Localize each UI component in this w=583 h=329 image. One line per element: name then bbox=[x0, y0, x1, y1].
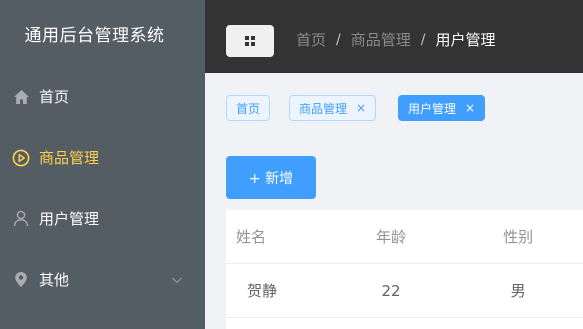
breadcrumb-home[interactable]: 首页 bbox=[296, 29, 326, 50]
sidebar-item-label: 商品管理 bbox=[39, 149, 100, 167]
sidebar-item-label: 首页 bbox=[39, 88, 70, 106]
sidebar-item-users[interactable]: 用户管理 bbox=[0, 188, 205, 249]
breadcrumb-separator: / bbox=[336, 31, 341, 48]
sidebar: 通用后台管理系统 首页 商品管理 用户管理 其他 bbox=[0, 0, 205, 329]
table-header-row: 姓名 年龄 性别 bbox=[226, 210, 583, 264]
top-header: 首页 / 商品管理 / 用户管理 bbox=[205, 0, 583, 73]
column-header-age[interactable]: 年龄 bbox=[329, 226, 454, 247]
menu-toggle-button[interactable] bbox=[226, 25, 274, 57]
table-row[interactable]: 贺静 22 男 bbox=[226, 264, 583, 318]
tag-label: 商品管理 bbox=[299, 101, 348, 116]
column-header-name[interactable]: 姓名 bbox=[226, 226, 329, 247]
cell-name: 贺静 bbox=[247, 282, 278, 300]
sidebar-item-other[interactable]: 其他 bbox=[0, 249, 205, 310]
close-icon[interactable]: × bbox=[356, 101, 366, 115]
play-circle-icon bbox=[12, 149, 30, 167]
cell-age: 22 bbox=[381, 281, 401, 300]
grid-menu-icon bbox=[245, 36, 255, 46]
cell-gender: 男 bbox=[510, 282, 526, 300]
user-table: 姓名 年龄 性别 贺静 22 男 bbox=[226, 210, 583, 329]
sidebar-item-label: 其他 bbox=[39, 271, 70, 289]
sidebar-item-home[interactable]: 首页 bbox=[0, 66, 205, 127]
breadcrumb: 首页 / 商品管理 / 用户管理 bbox=[296, 29, 495, 50]
breadcrumb-products[interactable]: 商品管理 bbox=[351, 29, 411, 50]
breadcrumb-separator: / bbox=[420, 31, 426, 48]
breadcrumb-current: 用户管理 bbox=[435, 31, 496, 49]
sidebar-item-products[interactable]: 商品管理 bbox=[0, 127, 205, 188]
column-header-gender[interactable]: 性别 bbox=[453, 226, 583, 247]
app-title: 通用后台管理系统 bbox=[24, 25, 165, 46]
tag-users[interactable]: 用户管理 × bbox=[398, 95, 486, 121]
add-button[interactable]: + 新增 bbox=[226, 156, 316, 199]
tag-label: 用户管理 bbox=[408, 101, 457, 116]
sidebar-item-label: 用户管理 bbox=[39, 210, 100, 228]
tag-products[interactable]: 商品管理 × bbox=[289, 95, 377, 121]
chevron-down-icon bbox=[172, 277, 182, 283]
tag-home[interactable]: 首页 bbox=[226, 95, 271, 121]
home-icon bbox=[12, 88, 30, 106]
location-icon bbox=[12, 271, 30, 289]
close-icon[interactable]: × bbox=[465, 101, 475, 115]
user-icon bbox=[12, 210, 30, 228]
tag-label: 首页 bbox=[236, 101, 261, 116]
